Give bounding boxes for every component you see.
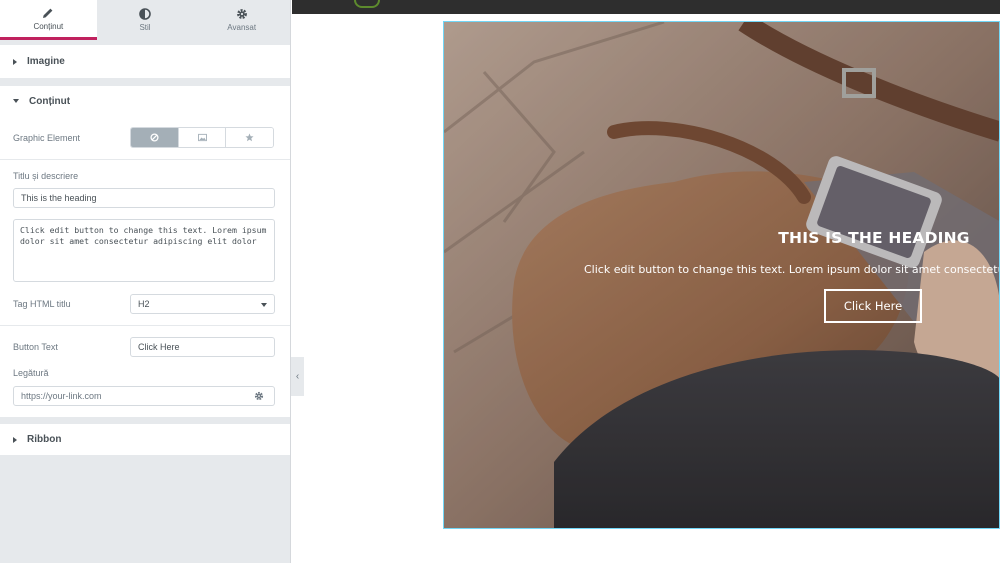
half-circle-icon — [139, 8, 151, 20]
editor-root: Conținut Stil Avansat Imagine Conținut G… — [0, 0, 1000, 563]
heading-input[interactable]: This is the heading — [13, 188, 275, 208]
cta-heading: THIS IS THE HEADING — [778, 229, 970, 247]
tag-select[interactable]: H2 — [130, 294, 275, 314]
cta-description: Click edit button to change this text. L… — [584, 263, 1000, 276]
tab-label: Stil — [139, 23, 151, 32]
title-description-label: Titlu și descriere — [13, 171, 79, 181]
tag-select-value: H2 — [138, 299, 150, 309]
section-header[interactable]: Conținut — [0, 86, 290, 116]
caret-right-icon — [13, 58, 17, 65]
none-icon — [150, 133, 159, 142]
site-header-bar — [292, 0, 1000, 14]
gear-icon — [254, 391, 264, 401]
chevron-left-icon: ‹ — [295, 371, 300, 382]
button-text-label: Button Text — [13, 342, 58, 352]
section-title: Conținut — [29, 95, 71, 107]
graphic-none-option[interactable] — [131, 128, 178, 147]
button-text-input[interactable]: Click Here — [130, 337, 275, 357]
divider — [0, 159, 290, 160]
tab-label: Avansat — [227, 23, 257, 32]
section-title: Ribbon — [27, 434, 62, 445]
site-logo — [354, 0, 380, 8]
graphic-element-label: Graphic Element — [13, 133, 81, 143]
editor-panel: Conținut Stil Avansat Imagine Conținut G… — [0, 0, 291, 563]
image-icon — [197, 133, 207, 142]
divider — [0, 325, 290, 326]
tab-label: Conținut — [33, 21, 64, 31]
graphic-image-option[interactable] — [177, 128, 226, 147]
section-header[interactable]: Ribbon — [0, 424, 290, 455]
panel-tabs: Conținut Stil Avansat — [0, 0, 291, 40]
call-to-action-widget[interactable]: THIS IS THE HEADING Click edit button to… — [443, 21, 1000, 529]
graphic-element-choices — [130, 127, 274, 148]
tag-label: Tag HTML titlu — [13, 299, 71, 309]
link-label: Legătură — [13, 368, 49, 378]
section-title: Imagine — [27, 56, 65, 67]
pencil-icon — [43, 8, 53, 18]
tab-stil[interactable]: Stil — [96, 0, 194, 40]
description-textarea[interactable]: Click edit button to change this text. L… — [13, 219, 275, 282]
cta-button[interactable]: Click Here — [824, 289, 922, 323]
link-input[interactable]: https://your-link.com — [13, 386, 245, 406]
tab-avansat[interactable]: Avansat — [193, 0, 291, 40]
caret-down-icon — [13, 99, 19, 103]
section-imagine[interactable]: Imagine — [0, 45, 290, 78]
section-header[interactable]: Imagine — [0, 45, 290, 78]
section-ribbon[interactable]: Ribbon — [0, 424, 290, 455]
link-options-button[interactable] — [244, 386, 275, 406]
star-icon — [245, 133, 254, 142]
caret-right-icon — [13, 436, 17, 443]
graphic-icon-option[interactable] — [225, 128, 273, 147]
panel-collapse-handle[interactable]: ‹ — [291, 357, 304, 396]
tab-continut[interactable]: Conținut — [0, 0, 97, 40]
chevron-down-icon — [261, 303, 267, 307]
gear-icon — [236, 9, 247, 19]
